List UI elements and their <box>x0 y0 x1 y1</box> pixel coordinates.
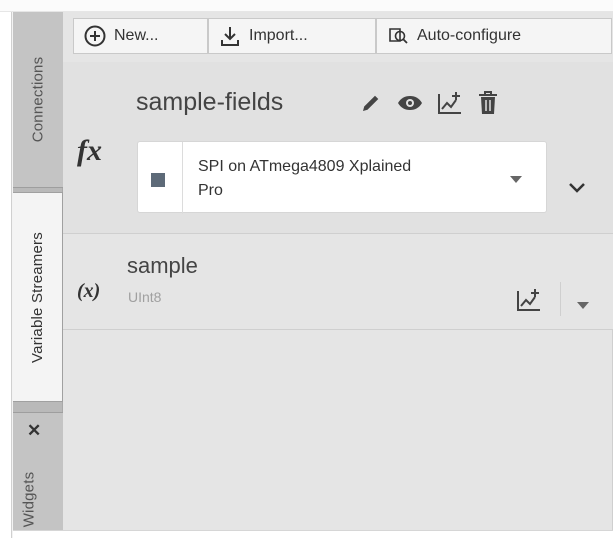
variable-row[interactable]: (x) sample UInt8 <box>63 234 613 330</box>
variable-row-divider <box>560 282 561 316</box>
chevron-down-icon[interactable] <box>567 180 587 199</box>
toolbar: New... Import... Auto-configure <box>63 12 613 62</box>
download-icon <box>219 25 241 47</box>
import-button-label: Import... <box>249 27 308 44</box>
auto-configure-icon <box>387 25 409 47</box>
stream-card: fx sample-fields SPI on ATmega4809 Xplai… <box>63 62 613 234</box>
chart-add-icon[interactable] <box>437 91 463 115</box>
variable-type: UInt8 <box>128 289 162 305</box>
auto-configure-button[interactable]: Auto-configure <box>376 18 612 54</box>
connection-color-swatch <box>151 173 165 187</box>
dropdown-caret-icon <box>510 176 522 183</box>
tab-variable-streamers-label: Variable Streamers <box>29 231 46 363</box>
edit-icon[interactable] <box>359 91 383 115</box>
trash-icon[interactable] <box>477 90 499 116</box>
variable-chart-add-icon[interactable] <box>516 288 542 312</box>
variable-menu-caret-icon[interactable] <box>577 302 589 309</box>
plus-circle-icon <box>84 25 106 47</box>
variable-icon: (x) <box>77 280 101 302</box>
auto-configure-button-label: Auto-configure <box>417 27 522 44</box>
tab-widgets-label: Widgets <box>20 471 38 528</box>
vertical-tab-strip: Connections Variable Streamers ✕ Widgets <box>13 12 63 530</box>
tab-variable-streamers[interactable]: Variable Streamers <box>13 192 63 402</box>
connection-select-line2: Pro <box>198 182 223 199</box>
outer-left-border <box>0 12 12 538</box>
variable-streamers-panel: New... Import... Auto-configure fx sampl… <box>63 12 613 530</box>
eye-icon[interactable] <box>397 91 423 115</box>
app-window: Connections Variable Streamers ✕ Widgets… <box>0 0 613 538</box>
new-button-label: New... <box>114 27 159 44</box>
new-button[interactable]: New... <box>73 18 208 54</box>
tab-widgets[interactable]: ✕ Widgets <box>13 412 63 530</box>
title-strip <box>0 0 613 12</box>
tab-connections[interactable]: Connections <box>13 12 63 188</box>
connection-select-divider <box>182 142 183 214</box>
connection-select-text: SPI on ATmega4809 Xplained Pro <box>198 155 488 203</box>
connection-select[interactable]: SPI on ATmega4809 Xplained Pro <box>137 141 547 214</box>
connection-select-line1: SPI on ATmega4809 Xplained <box>198 158 412 175</box>
tab-connections-label: Connections <box>29 56 47 143</box>
close-icon[interactable]: ✕ <box>27 421 41 441</box>
import-button[interactable]: Import... <box>208 18 376 54</box>
stream-actions <box>359 90 499 116</box>
function-icon: fx <box>77 134 102 167</box>
bottom-strip <box>13 530 613 538</box>
stream-name: sample-fields <box>136 88 284 116</box>
variable-name: sample <box>127 253 198 278</box>
